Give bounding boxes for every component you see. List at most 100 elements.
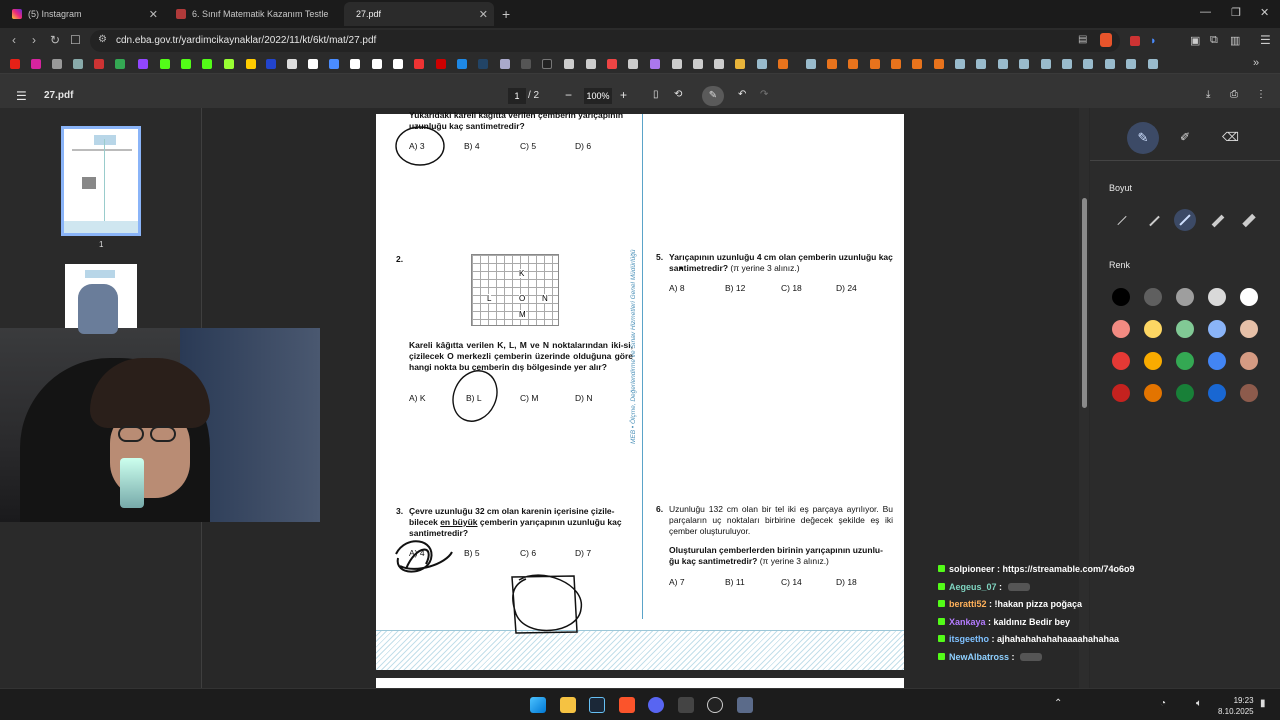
extensions-puzzle-icon[interactable]: ⧉ xyxy=(1210,34,1218,47)
color-swatch[interactable] xyxy=(1240,288,1258,306)
brave-shield-icon[interactable] xyxy=(1100,33,1112,47)
reload-icon[interactable]: ↻ xyxy=(50,33,60,47)
more-bookmarks-icon[interactable]: » xyxy=(1253,57,1259,69)
chat-username[interactable]: itsgeetho xyxy=(949,634,989,644)
bookmark-icon[interactable] xyxy=(500,59,510,69)
brave-icon[interactable] xyxy=(619,697,635,713)
color-swatch[interactable] xyxy=(1240,384,1258,402)
color-swatch[interactable] xyxy=(1144,352,1162,370)
color-swatch[interactable] xyxy=(1240,320,1258,338)
wifi-icon[interactable]: ◔ xyxy=(1160,698,1166,709)
instagram-bookmark-icon[interactable] xyxy=(31,59,41,69)
pen-tool-icon[interactable]: ✎ xyxy=(1127,122,1159,154)
bookmark-icon[interactable] xyxy=(672,59,682,69)
chat-username[interactable]: Aegeus_07 xyxy=(949,582,997,592)
app-icon[interactable] xyxy=(737,697,753,713)
tray-chevron-icon[interactable]: ⌃ xyxy=(1054,698,1062,709)
bookmark-icon[interactable] xyxy=(650,59,660,69)
reader-icon[interactable]: ▤ xyxy=(1078,34,1087,45)
restore-icon[interactable]: ❐ xyxy=(1231,6,1241,19)
color-swatch[interactable] xyxy=(1176,384,1194,402)
bookmark-icon[interactable] xyxy=(224,59,234,69)
annotate-pen-icon[interactable]: ✎ xyxy=(702,86,724,106)
obs-icon[interactable] xyxy=(707,697,723,713)
color-swatch[interactable] xyxy=(1208,320,1226,338)
system-clock[interactable]: 19:23 8.10.2025 xyxy=(1218,695,1254,717)
menu-icon[interactable]: ☰ xyxy=(1260,33,1271,47)
fit-page-icon[interactable]: ▯ xyxy=(653,89,659,100)
chat-username[interactable]: Xankaya xyxy=(949,617,986,627)
back-icon[interactable]: ‹ xyxy=(12,33,16,47)
sidebar-menu-icon[interactable]: ☰ xyxy=(16,89,27,103)
bookmark-icon[interactable] xyxy=(329,59,339,69)
bookmark-icon[interactable] xyxy=(436,59,446,69)
minimize-icon[interactable]: — xyxy=(1200,6,1211,18)
site-info-icon[interactable]: ⚙ xyxy=(98,34,107,45)
steam-bookmark-icon[interactable] xyxy=(1105,59,1115,69)
color-swatch[interactable] xyxy=(1144,288,1162,306)
bookmark-icon[interactable] xyxy=(564,59,574,69)
size-option-2[interactable] xyxy=(1149,215,1160,227)
bookmark-icon[interactable] xyxy=(586,59,596,69)
kick-bookmark-icon[interactable] xyxy=(202,59,212,69)
bookmark-icon[interactable] xyxy=(94,59,104,69)
new-tab-button[interactable]: + xyxy=(498,2,518,26)
windows-start-icon[interactable] xyxy=(530,697,546,713)
size-option-1[interactable] xyxy=(1117,215,1127,226)
tab-kazanim-testleri[interactable]: 6. Sınıf Matematik Kazanım Testleri (2 xyxy=(168,2,328,26)
bookmark-icon[interactable] xyxy=(827,59,837,69)
undo-icon[interactable]: ↶ xyxy=(738,89,746,100)
volume-icon[interactable]: 🔈︎ xyxy=(1196,698,1202,709)
bookmark-icon[interactable] xyxy=(478,59,488,69)
print-icon[interactable]: ⎙ xyxy=(1230,89,1238,100)
url-field[interactable]: ⚙ cdn.eba.gov.tr/yardimcikaynaklar/2022/… xyxy=(90,30,1120,52)
bookmark-icon[interactable] xyxy=(521,59,531,69)
close-window-icon[interactable]: ✕ xyxy=(1260,6,1269,19)
color-swatch[interactable] xyxy=(1144,320,1162,338)
color-swatch[interactable] xyxy=(1208,288,1226,306)
zoom-in-icon[interactable]: + xyxy=(620,88,627,102)
steam-bookmark-icon[interactable] xyxy=(976,59,986,69)
forward-icon[interactable]: › xyxy=(32,33,36,47)
bookmark-icon[interactable] xyxy=(542,59,552,69)
size-option-4[interactable] xyxy=(1211,214,1225,228)
zoom-out-icon[interactable]: − xyxy=(565,88,572,102)
extension-icon[interactable]: ◗ xyxy=(1150,35,1157,47)
x-bookmark-icon[interactable] xyxy=(308,59,318,69)
color-swatch[interactable] xyxy=(1176,320,1194,338)
steam-bookmark-icon[interactable] xyxy=(757,59,767,69)
bookmark-icon[interactable]: ☐ xyxy=(70,33,81,47)
bookmark-icon[interactable] xyxy=(848,59,858,69)
steam-bookmark-icon[interactable] xyxy=(806,59,816,69)
bookmark-icon[interactable] xyxy=(266,59,276,69)
scrollbar-thumb[interactable] xyxy=(1082,198,1087,408)
color-swatch[interactable] xyxy=(1112,352,1130,370)
steam-bookmark-icon[interactable] xyxy=(1041,59,1051,69)
eraser-tool-icon[interactable]: ⌫ xyxy=(1222,130,1239,144)
bookmark-icon[interactable] xyxy=(287,59,297,69)
tab-27pdf[interactable]: 27.pdf ✕ xyxy=(344,2,494,26)
steam-bookmark-icon[interactable] xyxy=(1019,59,1029,69)
kick-bookmark-icon[interactable] xyxy=(181,59,191,69)
zoom-level[interactable]: 100% xyxy=(584,88,612,104)
folder-icon[interactable] xyxy=(735,59,745,69)
steam-bookmark-icon[interactable] xyxy=(998,59,1008,69)
color-swatch[interactable] xyxy=(1112,384,1130,402)
redo-icon[interactable]: ↷ xyxy=(760,89,768,100)
steam-bookmark-icon[interactable] xyxy=(1083,59,1093,69)
bookmark-icon[interactable] xyxy=(73,59,83,69)
bookmark-icon[interactable] xyxy=(870,59,880,69)
steam-bookmark-icon[interactable] xyxy=(1148,59,1158,69)
color-swatch[interactable] xyxy=(1112,288,1130,306)
bookmark-icon[interactable] xyxy=(52,59,62,69)
bookmark-icon[interactable] xyxy=(372,59,382,69)
bookmark-icon[interactable] xyxy=(246,59,256,69)
bookmark-icon[interactable] xyxy=(628,59,638,69)
drive-bookmark-icon[interactable] xyxy=(115,59,125,69)
tab-instagram[interactable]: (5) Instagram ✕ xyxy=(4,2,164,26)
page-number-input[interactable]: 1 xyxy=(508,88,526,104)
color-swatch[interactable] xyxy=(1176,352,1194,370)
color-swatch[interactable] xyxy=(1176,288,1194,306)
bookmark-icon[interactable] xyxy=(778,59,788,69)
steam-bookmark-icon[interactable] xyxy=(1126,59,1136,69)
